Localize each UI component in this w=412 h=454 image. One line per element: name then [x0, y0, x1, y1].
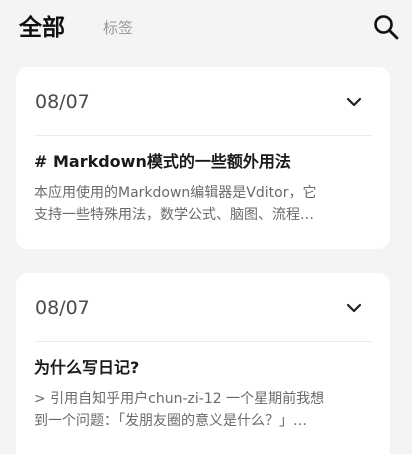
note-date: 08/07: [35, 297, 90, 319]
chevron-down-icon[interactable]: [344, 92, 364, 112]
note-excerpt-line: 支持一些特殊用法，数学公式、脑图、流程…: [34, 207, 314, 223]
note-card[interactable]: 08/07 # Markdown模式的一些额外用法 本应用使用的Markdown…: [16, 67, 390, 249]
note-excerpt-line: 本应用使用的Markdown编辑器是Vditor，它: [34, 185, 317, 201]
search-icon[interactable]: [372, 13, 400, 41]
tab-tags[interactable]: 标签: [103, 18, 133, 38]
note-excerpt-line: 到一个问题：「发朋友圈的意义是什么？」…: [34, 413, 307, 429]
tab-all[interactable]: 全部: [19, 13, 65, 43]
note-title: # Markdown模式的一些额外用法: [34, 152, 291, 171]
note-card[interactable]: 08/07 为什么写日记? > 引用自知乎用户chun-zi-12 一个星期前我…: [16, 273, 390, 454]
card-divider: [34, 341, 372, 342]
note-title: 为什么写日记?: [34, 358, 140, 377]
note-excerpt: > 引用自知乎用户chun-zi-12 一个星期前我想 到一个问题：「发朋友圈的…: [34, 388, 376, 432]
note-date: 08/07: [35, 91, 90, 113]
app-header: 全部 标签: [0, 0, 412, 58]
note-excerpt: 本应用使用的Markdown编辑器是Vditor，它 支持一些特殊用法，数学公式…: [34, 182, 376, 226]
chevron-down-icon[interactable]: [344, 298, 364, 318]
note-excerpt-line: > 引用自知乎用户chun-zi-12 一个星期前我想: [34, 391, 325, 407]
card-divider: [34, 135, 372, 136]
